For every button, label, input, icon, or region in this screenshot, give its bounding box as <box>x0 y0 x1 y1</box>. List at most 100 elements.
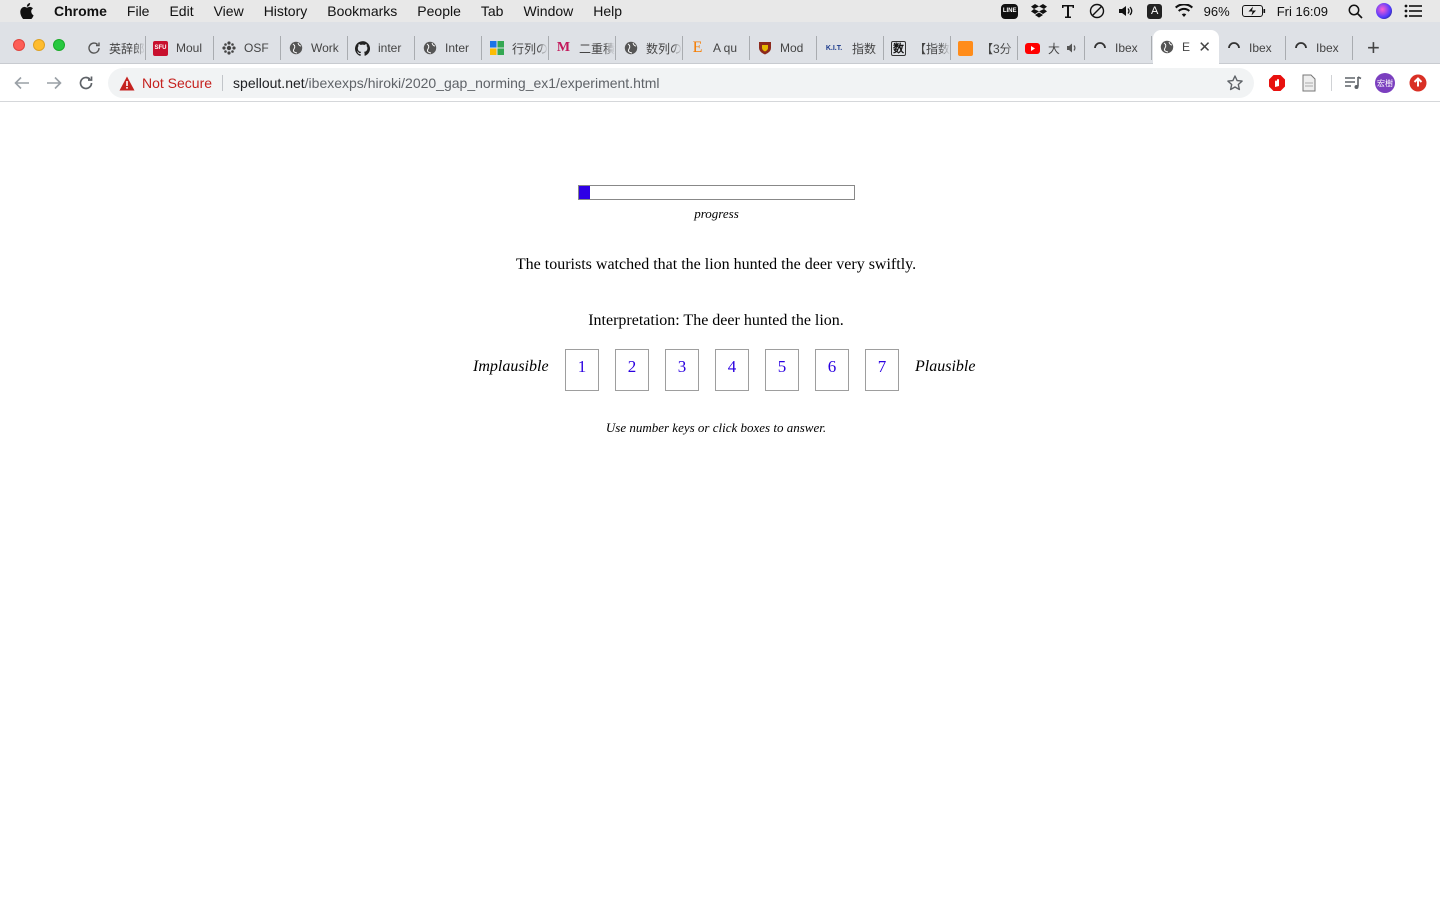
globe-icon <box>1159 40 1174 55</box>
browser-toolbar: Not Secure spellout.net/ibexexps/hiroki/… <box>0 64 1440 102</box>
address-bar[interactable]: Not Secure spellout.net/ibexexps/hiroki/… <box>108 68 1254 98</box>
rating-option-3[interactable]: 3 <box>665 349 699 391</box>
input-source-icon[interactable]: A <box>1146 3 1164 19</box>
toolbar-divider <box>1331 75 1332 91</box>
osf-icon <box>221 41 236 56</box>
menu-app-name[interactable]: Chrome <box>54 3 107 19</box>
kit-icon: K.I.T. <box>825 44 843 52</box>
progress-indicator: progress <box>578 185 855 222</box>
do-not-disturb-icon[interactable] <box>1088 3 1106 19</box>
tab-item[interactable]: SFU Moul <box>147 36 214 60</box>
shield-icon <box>757 41 772 56</box>
tab-item[interactable]: 数列の <box>617 36 683 60</box>
tab-item[interactable]: Ibex <box>1287 36 1353 60</box>
rating-option-7[interactable]: 7 <box>865 349 899 391</box>
menu-history[interactable]: History <box>264 3 308 19</box>
fullscreen-window-button[interactable] <box>53 39 65 51</box>
forward-arrow-icon[interactable] <box>44 73 64 93</box>
omnibox-divider <box>222 75 224 91</box>
tab-item[interactable]: Ibex <box>1220 36 1286 60</box>
url-text[interactable]: spellout.net/ibexexps/hiroki/2020_gap_no… <box>233 75 659 91</box>
menu-window[interactable]: Window <box>523 3 573 19</box>
orange-icon <box>958 40 973 56</box>
volume-icon[interactable] <box>1117 3 1135 19</box>
url-host: spellout.net <box>233 75 305 91</box>
loading-icon <box>1293 41 1308 56</box>
scale-right-label: Plausible <box>915 358 976 375</box>
tab-item[interactable]: K.I.T. 指数 <box>818 36 884 60</box>
progress-bar <box>578 185 855 200</box>
media-control-icon[interactable] <box>1343 73 1363 93</box>
url-path: /ibexexps/hiroki/2020_gap_norming_ex1/ex… <box>304 75 660 91</box>
rating-option-1[interactable]: 1 <box>565 349 599 391</box>
kanji-icon: 数 <box>891 40 906 56</box>
tab-item[interactable]: inter <box>349 36 415 60</box>
menu-bar: Chrome File Edit View History Bookmarks … <box>0 0 1440 22</box>
rating-option-4[interactable]: 4 <box>715 349 749 391</box>
wifi-icon[interactable] <box>1174 3 1193 19</box>
tab-item[interactable]: 【3分 <box>952 36 1018 60</box>
close-window-button[interactable] <box>13 39 25 51</box>
back-arrow-icon[interactable] <box>12 73 32 93</box>
minimize-window-button[interactable] <box>33 39 45 51</box>
clock[interactable]: Fri 16:09 <box>1277 4 1328 19</box>
line-icon[interactable]: LINE <box>1001 3 1019 19</box>
update-available-icon[interactable] <box>1408 73 1428 93</box>
new-tab-button[interactable]: + <box>1367 37 1380 59</box>
close-tab-icon[interactable]: ✕ <box>1198 38 1211 56</box>
audio-playing-icon[interactable] <box>1066 42 1078 54</box>
tab-item[interactable]: M 二重積 <box>550 36 616 60</box>
window-controls <box>13 39 73 51</box>
tab-item[interactable]: Mod <box>751 36 817 60</box>
tab-item[interactable]: Ibex <box>1086 36 1152 60</box>
progress-label: progress <box>694 206 739 221</box>
menu-view[interactable]: View <box>214 3 244 19</box>
tab-item[interactable]: 大 <box>1019 36 1085 60</box>
tab-item[interactable]: E A qu <box>684 36 750 60</box>
github-icon <box>355 40 370 56</box>
tab-item-active[interactable]: E ✕ <box>1153 30 1219 64</box>
notification-center-icon[interactable] <box>1404 3 1422 19</box>
tab-item[interactable]: 英辞郎 <box>80 36 146 60</box>
battery-percentage: 96% <box>1203 3 1230 19</box>
loading-icon <box>1226 41 1241 56</box>
youtube-icon <box>1025 41 1040 56</box>
answer-instruction: Use number keys or click boxes to answer… <box>605 420 827 435</box>
menu-tab[interactable]: Tab <box>481 3 504 19</box>
menu-edit[interactable]: Edit <box>169 3 193 19</box>
menu-help[interactable]: Help <box>593 3 622 19</box>
rating-option-2[interactable]: 2 <box>615 349 649 391</box>
reload-icon[interactable] <box>76 73 96 93</box>
bookmark-star-icon[interactable] <box>1226 74 1244 92</box>
profile-avatar[interactable]: 宏樹 <box>1375 73 1395 93</box>
menu-people[interactable]: People <box>417 3 461 19</box>
document-extension-icon[interactable] <box>1299 73 1319 93</box>
adblock-extension-icon[interactable] <box>1267 73 1287 93</box>
menu-bookmarks[interactable]: Bookmarks <box>327 3 397 19</box>
rating-option-5[interactable]: 5 <box>765 349 799 391</box>
progress-fill <box>579 186 590 199</box>
dropbox-icon[interactable] <box>1030 3 1048 19</box>
tab-item[interactable]: Work <box>282 36 348 60</box>
text-tool-icon[interactable] <box>1059 3 1077 19</box>
tab-item[interactable]: 行列の <box>483 36 549 60</box>
experiment-page: progress The tourists watched that the l… <box>0 102 1440 900</box>
grid-icon <box>489 41 504 56</box>
tab-item[interactable]: 数 【指数 <box>885 36 951 60</box>
security-status-label[interactable]: Not Secure <box>142 75 212 91</box>
siri-icon[interactable] <box>1375 3 1393 19</box>
spotlight-search-icon[interactable] <box>1346 3 1364 19</box>
apple-icon[interactable] <box>16 0 38 22</box>
interpretation-text: Interpretation: The deer hunted the lion… <box>588 312 844 329</box>
tab-item[interactable]: OSF <box>215 36 281 60</box>
globe-icon <box>623 41 638 56</box>
battery-charging-icon[interactable] <box>1241 3 1266 19</box>
rating-option-6[interactable]: 6 <box>815 349 849 391</box>
sfu-icon: SFU <box>153 40 168 56</box>
menu-file[interactable]: File <box>127 3 150 19</box>
globe-icon <box>288 41 303 56</box>
warning-triangle-icon[interactable] <box>119 75 135 91</box>
m-icon: M <box>556 40 571 55</box>
tab-strip: 英辞郎 SFU Moul OSF Work inter Inter 行列の M … <box>0 22 1440 64</box>
tab-item[interactable]: Inter <box>416 36 482 60</box>
